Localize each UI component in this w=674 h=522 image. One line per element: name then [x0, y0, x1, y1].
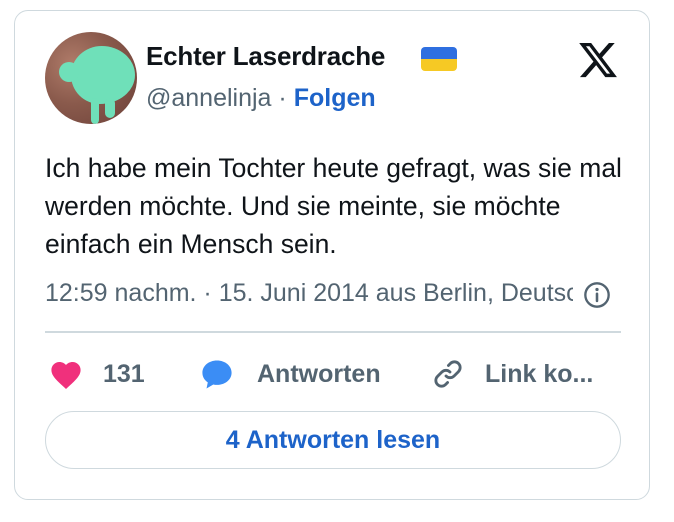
copy-link-label: Link ko...	[485, 359, 594, 388]
follow-link[interactable]: Folgen	[294, 84, 376, 112]
handle-row: @annelinja · Folgen	[146, 84, 376, 113]
tweet-timestamp[interactable]: 12:59 nachm. · 15. Juni 2014 aus Berlin,…	[45, 279, 573, 308]
like-button[interactable]: 131	[49, 354, 145, 394]
reply-button[interactable]: Antworten	[199, 354, 381, 394]
copy-link-button[interactable]: Link ko...	[431, 354, 593, 394]
link-icon	[434, 360, 462, 388]
read-replies-button[interactable]: 4 Antworten lesen	[45, 411, 621, 469]
display-name[interactable]: Echter Laserdrache	[146, 41, 385, 72]
info-icon[interactable]	[583, 281, 611, 309]
like-count: 131	[103, 359, 145, 388]
divider	[45, 331, 621, 333]
separator: ·	[278, 84, 287, 112]
x-logo-icon[interactable]	[576, 39, 620, 81]
heart-icon	[51, 361, 81, 390]
user-handle[interactable]: @annelinja	[146, 84, 271, 112]
speech-bubble-icon	[202, 360, 232, 389]
avatar[interactable]	[45, 32, 137, 124]
ukraine-flag-icon	[421, 47, 457, 71]
tweet-text: Ich habe mein Tochter heute gefragt, was…	[45, 153, 622, 259]
reply-label: Antworten	[257, 359, 381, 388]
tweet-card: Echter Laserdrache @annelinja · Folgen I…	[14, 10, 650, 500]
